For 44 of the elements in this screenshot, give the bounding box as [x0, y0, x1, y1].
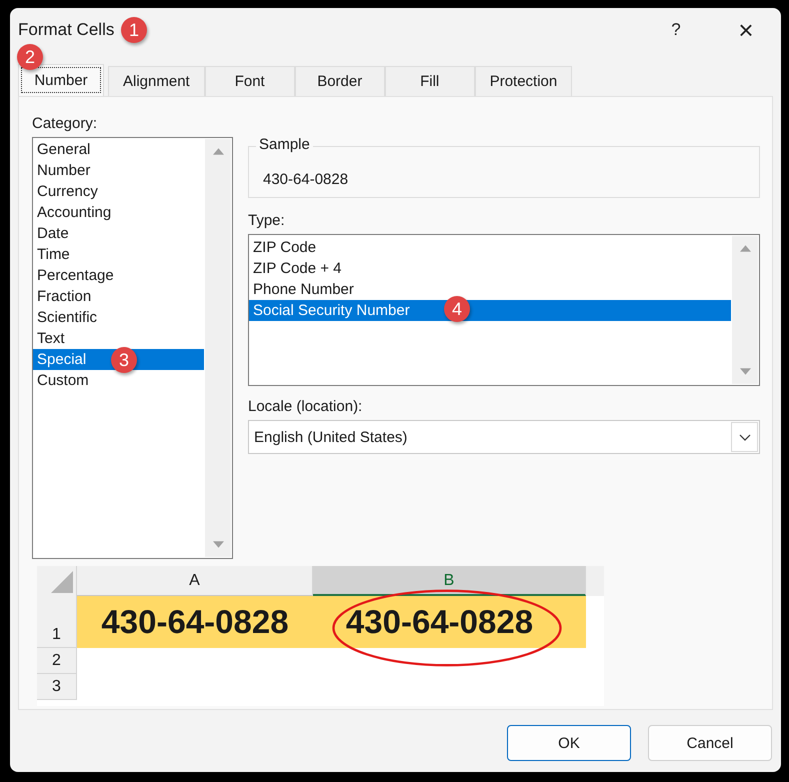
tab[interactable]: Alignment	[108, 66, 205, 96]
chevron-down-icon	[738, 434, 750, 440]
type-item[interactable]: ZIP Code + 4	[249, 258, 731, 279]
tab[interactable]: Font	[204, 66, 295, 96]
category-item[interactable]: Custom	[33, 370, 204, 391]
scroll-down-icon[interactable]	[740, 367, 750, 376]
row-header[interactable]: 1	[37, 596, 77, 648]
dialog-button[interactable]: Cancel	[648, 725, 772, 761]
close-button[interactable]: ×	[711, 8, 781, 52]
tab[interactable]: Number	[18, 64, 104, 96]
category-item[interactable]: Fraction	[33, 286, 204, 307]
sample-value: 430-64-0828	[263, 171, 348, 188]
dialog-button[interactable]: OK	[507, 725, 631, 761]
step-badge: 2	[17, 44, 43, 70]
help-button[interactable]: ?	[641, 8, 711, 52]
category-item[interactable]: Number	[33, 160, 204, 181]
category-item[interactable]: Accounting	[33, 202, 204, 223]
sample-label: Sample	[256, 136, 313, 153]
category-item[interactable]: Percentage	[33, 265, 204, 286]
scroll-up-icon[interactable]	[212, 147, 224, 156]
category-label: Category:	[32, 115, 98, 134]
locale-dropdown[interactable]: English (United States)	[248, 420, 760, 454]
scroll-up-icon[interactable]	[740, 244, 750, 253]
type-label: Type:	[248, 212, 286, 231]
tab[interactable]: Protection	[474, 66, 572, 96]
window-title: Format Cells	[18, 20, 114, 40]
column-header[interactable]: B	[313, 566, 586, 596]
scroll-down-icon[interactable]	[212, 540, 224, 549]
tab[interactable]: Border	[294, 66, 385, 96]
spreadsheet-cell: 430-64-0828	[313, 596, 586, 648]
row-header[interactable]: 3	[37, 674, 77, 700]
category-item[interactable]: Text	[33, 328, 204, 349]
locale-label: Locale (location):	[248, 398, 364, 417]
tab[interactable]: Fill	[384, 66, 475, 96]
category-item[interactable]: Currency	[33, 181, 204, 202]
category-item[interactable]: General	[33, 139, 204, 160]
category-item[interactable]: Time	[33, 244, 204, 265]
category-item[interactable]: Date	[33, 223, 204, 244]
step-badge: 1	[121, 17, 147, 43]
spreadsheet-cell: 430-64-0828	[77, 596, 313, 648]
category-item[interactable]: Scientific	[33, 307, 204, 328]
select-all-icon[interactable]	[51, 571, 73, 593]
row-header[interactable]: 2	[37, 648, 77, 674]
type-item[interactable]: ZIP Code	[249, 237, 731, 258]
